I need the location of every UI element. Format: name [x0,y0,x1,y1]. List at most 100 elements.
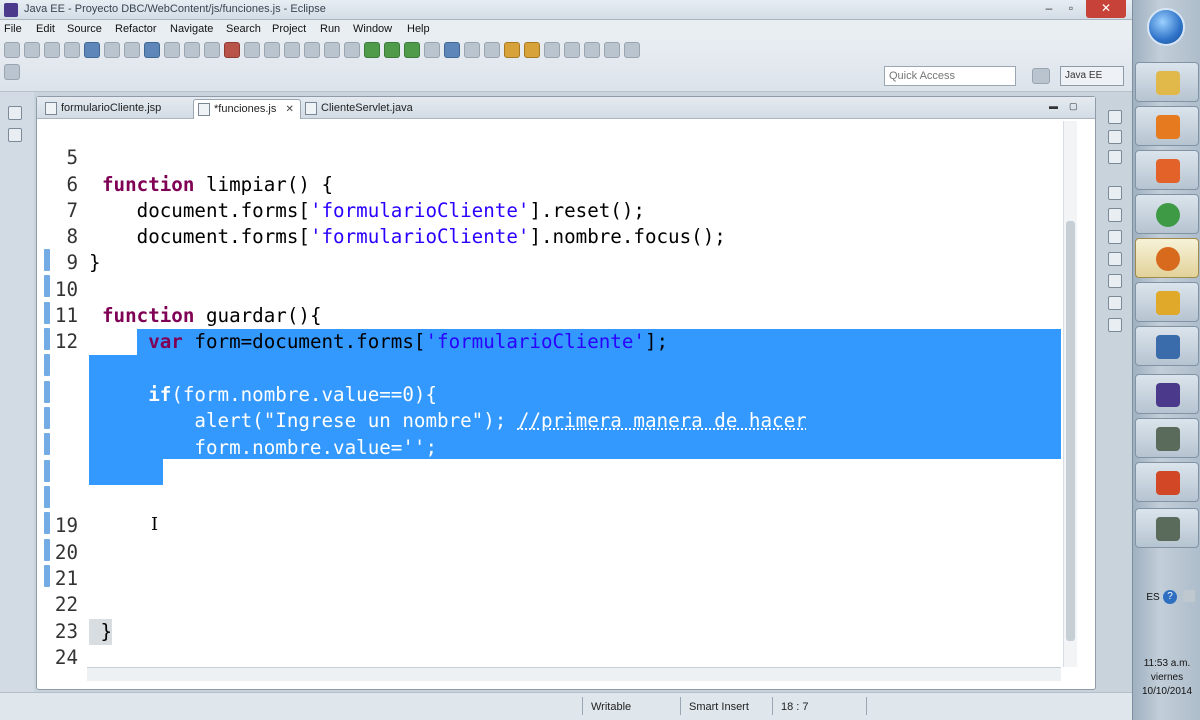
new-class-icon[interactable] [484,42,500,58]
taskbar-powerpoint[interactable] [1135,462,1199,502]
code-line: 13 if(form.nombre.value==0){ [37,329,1061,406]
quick-access-input[interactable] [884,66,1016,86]
overview-ruler[interactable] [1079,121,1093,667]
taskbar-vm[interactable] [1135,418,1199,458]
status-separator [866,697,867,715]
tab-funciones-js[interactable]: *funciones.js ✕ [193,99,301,119]
taskbar-tools[interactable] [1135,282,1199,322]
prev-annotation-icon[interactable] [564,42,580,58]
action-center-icon[interactable] [1183,590,1195,602]
back-icon[interactable] [604,42,620,58]
toggle-mark-icon[interactable] [524,42,540,58]
step-return-icon[interactable] [304,42,320,58]
menu-run[interactable]: Run [320,23,340,35]
outline-icon[interactable] [1108,130,1122,144]
save-all-icon[interactable] [44,42,60,58]
data-source-icon[interactable] [1108,274,1122,288]
help-icon[interactable]: ? [1163,590,1177,604]
save-icon[interactable] [24,42,40,58]
debug-icon[interactable] [384,42,400,58]
code-line: 7 document.forms['formularioCliente'].no… [37,172,1061,248]
snippets-icon[interactable] [1108,296,1122,310]
resume-icon[interactable] [184,42,200,58]
run-icon[interactable] [364,42,380,58]
menu-help[interactable]: Help [407,23,430,35]
external-tools-icon[interactable] [424,42,440,58]
menu-navigate[interactable]: Navigate [170,23,213,35]
clock-day[interactable]: viernes [1133,672,1200,683]
system-tray: ES ? 11:53 a.m. viernes 10/10/2014 [1133,580,1200,720]
clock-date[interactable]: 10/10/2014 [1133,686,1200,697]
perspective-javaee-button[interactable]: Java EE [1060,66,1124,86]
taskbar-firefox[interactable] [1135,238,1199,278]
maximize-button[interactable]: ▫ [1058,0,1084,18]
taskbar-media-player[interactable] [1135,150,1199,190]
new-package-icon[interactable] [464,42,480,58]
restore-view-icon[interactable] [1108,110,1122,124]
next-annotation-icon[interactable] [544,42,560,58]
properties-icon[interactable] [1108,230,1122,244]
open-type-icon[interactable] [104,42,120,58]
servers-icon[interactable] [1108,252,1122,266]
code-editor[interactable]: 5 function limpiar() { 6 document.forms[… [37,119,1061,667]
menu-search[interactable]: Search [226,23,261,35]
search-icon[interactable] [144,42,160,58]
suspend-icon[interactable] [204,42,220,58]
restore-view-icon[interactable] [8,106,22,120]
code-line: 8 } [37,198,1061,274]
menu-project[interactable]: Project [272,23,306,35]
forward-icon[interactable] [624,42,640,58]
console-icon[interactable] [1108,318,1122,332]
terminate-icon[interactable] [224,42,240,58]
taskbar-chrome[interactable] [1135,194,1199,234]
taskbar-vlc[interactable] [1135,106,1199,146]
menu-window[interactable]: Window [353,23,392,35]
taskbar-network[interactable] [1135,326,1199,366]
open-task-icon[interactable] [124,42,140,58]
server-icon[interactable] [84,42,100,58]
taskbar-explorer[interactable] [1135,62,1199,102]
code-line: 16 form.nombre.focus(); [37,408,1061,485]
maximize-editor-icon[interactable]: ▢ [1069,101,1081,111]
vertical-scrollbar[interactable] [1063,121,1077,667]
close-icon[interactable]: ✕ [285,104,293,115]
open-folder-icon[interactable] [504,42,520,58]
restore-view-icon[interactable] [1108,186,1122,200]
task-list-icon[interactable] [1108,150,1122,164]
tab-formularioCliente-jsp[interactable]: formularioCliente.jsp [41,99,167,119]
right-trim-stack [1098,96,1130,356]
open-perspective-icon[interactable] [1032,68,1050,84]
markers-icon[interactable] [1108,208,1122,222]
taskbar-eclipse[interactable] [1135,374,1199,414]
eclipse-app-icon [4,3,18,17]
new-icon[interactable] [4,42,20,58]
new-server-icon[interactable] [444,42,460,58]
use-step-filters-icon[interactable] [344,42,360,58]
print-icon[interactable] [64,42,80,58]
minimize-editor-icon[interactable]: ▬ [1049,101,1061,111]
code-line: 24 [37,619,1061,667]
scrollbar-thumb[interactable] [1066,221,1075,641]
taskbar-vm2[interactable] [1135,508,1199,548]
step-over-icon[interactable] [284,42,300,58]
menu-edit[interactable]: Edit [36,23,55,35]
drop-to-frame-icon[interactable] [324,42,340,58]
skip-breakpoints-icon[interactable] [164,42,180,58]
project-explorer-icon[interactable] [8,128,22,142]
code-line: 6 document.forms['formularioCliente'].re… [37,145,1061,222]
menu-source[interactable]: Source [67,23,102,35]
step-into-icon[interactable] [264,42,280,58]
pin-editor-icon[interactable] [4,64,20,80]
code-line: 18 } [37,461,1061,537]
disconnect-icon[interactable] [244,42,260,58]
last-edit-icon[interactable] [584,42,600,58]
run-last-icon[interactable] [404,42,420,58]
horizontal-scrollbar[interactable] [87,667,1061,681]
close-button[interactable]: ✕ [1086,0,1126,18]
menu-refactor[interactable]: Refactor [115,23,157,35]
start-button[interactable] [1147,8,1185,46]
tab-ClienteServlet-java[interactable]: ClienteServlet.java [301,99,419,119]
code-line: 23 [37,592,1061,643]
menu-file[interactable]: File [4,23,22,35]
clock-time[interactable]: 11:53 a.m. [1133,658,1200,669]
